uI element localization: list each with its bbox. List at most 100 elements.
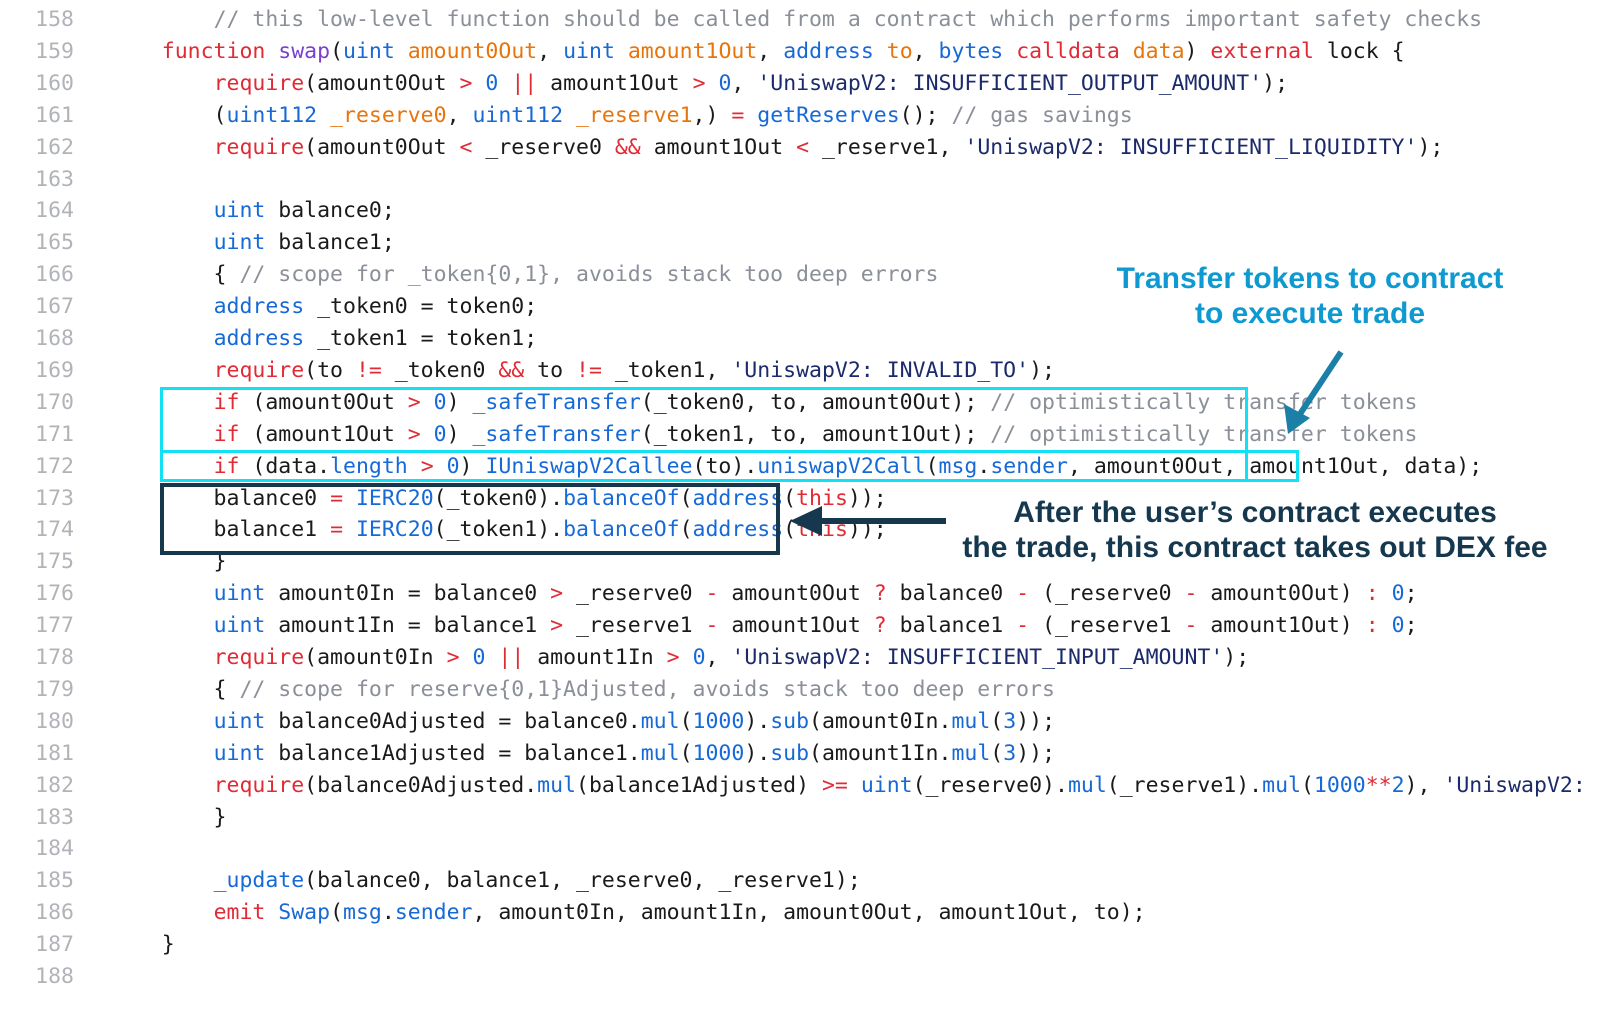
code-token: mul [1067,772,1107,798]
code-line[interactable]: 158 // this low-level function should be… [0,4,1600,36]
code-token: amount1Out) [1197,613,1366,639]
code-token: lock { [1313,38,1405,64]
code-token: // gas savings [951,102,1133,128]
line-number: 182 [35,772,74,798]
code-token: balance0; [265,198,395,224]
code-token: ). [744,708,771,734]
line-number: 161 [35,102,74,128]
code-token: } [110,804,227,830]
code-line[interactable]: 185 _update(balance0, balance1, _reserve… [0,865,1600,897]
code-token: (_reserve1 [1029,613,1185,639]
code-token: _safeTransfer [472,389,641,415]
code-line[interactable]: 170 if (amount0Out > 0) _safeTransfer(_t… [0,387,1600,419]
code-token: 3 [1003,740,1017,766]
code-token: ,) [692,102,732,128]
code-token: && [498,357,525,383]
code-token: amount1In [524,645,667,670]
code-token: ; [1404,613,1418,639]
code-token: 0 [485,70,499,96]
code-line[interactable]: 187 } [0,929,1600,961]
code-token: function [161,38,266,64]
code-token: mul [951,740,991,766]
code-line[interactable]: 160 require(amount0Out > 0 || amount1Out… [0,68,1600,100]
line-content: uint balance0; [110,195,395,227]
code-token: ) [1184,38,1211,64]
code-token: = [330,485,344,511]
code-line[interactable]: 184 [0,833,1600,865]
code-token: external [1210,38,1314,64]
code-token: : [1365,613,1379,639]
code-token: (amount0In. [809,708,952,734]
code-line[interactable]: 176 uint amount0In = balance0 > _reserve… [0,578,1600,610]
code-line[interactable]: 177 uint amount1In = balance1 > _reserve… [0,610,1600,642]
code-token: > [666,645,680,670]
code-line[interactable]: 180 uint balance0Adjusted = balance0.mul… [0,706,1600,738]
code-line[interactable]: 178 require(amount0In > 0 || amount1In >… [0,642,1600,674]
code-token: < [796,134,810,160]
code-token: balance1 [886,613,1017,639]
code-line[interactable]: 165 uint balance1; [0,227,1600,259]
code-line[interactable]: 182 require(balance0Adjusted.mul(balance… [0,770,1600,802]
code-token: bytes [938,38,1004,64]
code-token: . [381,900,395,926]
line-content: emit Swap(msg.sender, amount0In, amount1… [110,897,1146,929]
code-line[interactable]: 171 if (amount1Out > 0) _safeTransfer(_t… [0,419,1600,451]
code-token: ( [990,708,1004,734]
code-line[interactable]: 169 require(to != _token0 && to != _toke… [0,355,1600,387]
code-token: IUniswapV2Callee [485,453,693,479]
code-token: (_reserve0). [912,772,1068,798]
code-line[interactable]: 162 require(amount0Out < _reserve0 && am… [0,132,1600,164]
code-token: ( [330,38,344,64]
code-token: ) [459,453,486,479]
code-token: ( [925,453,939,479]
code-line[interactable]: 181 uint balance1Adjusted = balance1.mul… [0,738,1600,770]
code-token: mul [1262,772,1301,798]
code-line[interactable]: 164 uint balance0; [0,195,1600,227]
code-token: _reserve1 [576,102,693,128]
code-line[interactable]: 172 if (data.length > 0) IUniswapV2Calle… [0,451,1600,483]
code-token: (amount1Out [239,421,408,447]
code-line[interactable]: 183 } [0,802,1600,834]
line-number: 166 [35,262,74,288]
code-line[interactable]: 159 function swap(uint amount0Out, uint … [0,36,1600,68]
code-token: mul [537,772,577,798]
code-line[interactable]: 179 { // scope for reserve{0,1}Adjusted,… [0,674,1600,706]
code-line[interactable]: 163 [0,164,1600,196]
line-number: 178 [35,645,74,670]
code-token: amount1Out [640,134,797,160]
code-token: mul [640,708,680,734]
code-line[interactable]: 161 (uint112 _reserve0, uint112 _reserve… [0,100,1600,132]
code-token: (balance1Adjusted) [576,772,822,798]
line-number: 174 [35,517,74,543]
code-line[interactable]: 186 emit Swap(msg.sender, amount0In, amo… [0,897,1600,929]
code-token: , [705,645,732,670]
code-line[interactable]: 188 [0,961,1600,993]
code-token: mul [951,708,991,734]
line-content: require(to != _token0 && to != _token1, … [110,355,1055,387]
code-token: amount0Out [407,38,538,64]
code-token: balanceOf [563,485,680,511]
code-token: uint [563,38,615,64]
code-token: 'UniswapV2: K' [1443,772,1600,798]
code-token: require [213,134,305,160]
code-token: balance0Adjusted = balance0. [265,708,641,734]
code-token: && [614,134,641,160]
code-token: ( [110,102,227,128]
code-token: address [692,485,784,511]
line-content: if (amount1Out > 0) _safeTransfer(_token… [110,419,1418,451]
code-token: sender [394,900,473,926]
code-token: ( [1300,772,1314,798]
